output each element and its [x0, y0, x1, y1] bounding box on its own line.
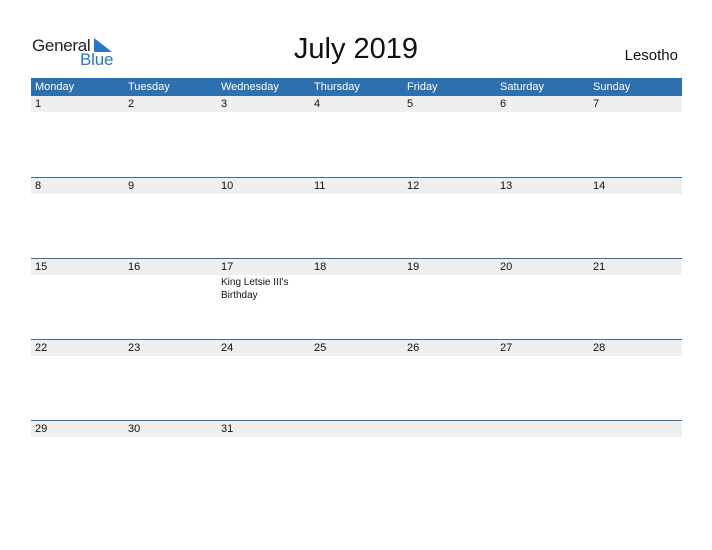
day-event: [124, 275, 217, 302]
date-band: 29 30 31: [31, 421, 682, 437]
day-event: [403, 356, 496, 357]
day-number: [403, 421, 496, 437]
day-number: 21: [593, 261, 606, 273]
day-number: [310, 421, 403, 437]
day-event: [310, 437, 403, 438]
events-band: [31, 437, 682, 438]
day-number: 25: [314, 342, 327, 354]
day-event: [31, 194, 124, 195]
day-number: 13: [500, 180, 513, 192]
day-event: [589, 112, 682, 113]
events-band: [31, 112, 682, 113]
day-number: 5: [407, 98, 414, 110]
day-event: [310, 112, 403, 113]
week-row: 1 2 3 4 5 6 7: [31, 96, 682, 177]
events-band: King Letsie III's Birthday: [31, 275, 682, 302]
date-band: 15 16 17 18 19 20 21: [31, 259, 682, 275]
day-number: 14: [593, 180, 606, 192]
day-event: [124, 356, 217, 357]
events-band: [31, 194, 682, 195]
week-row: 8 9 10 11 12 13 14: [31, 177, 682, 258]
day-number: 31: [221, 423, 234, 435]
day-number: 28: [593, 342, 606, 354]
day-event: [124, 437, 217, 438]
day-event: [217, 112, 310, 113]
day-event: King Letsie III's Birthday: [221, 277, 289, 301]
day-event: [589, 275, 682, 302]
day-number: [589, 421, 682, 437]
day-number: 10: [221, 180, 234, 192]
calendar-grid: Monday Tuesday Wednesday Thursday Friday…: [31, 78, 682, 501]
day-event: [403, 275, 496, 302]
day-number: 24: [221, 342, 234, 354]
week-row: 15 16 17 18 19 20 21 King Letsie III's Birthday: [31, 258, 682, 339]
weekday-header: Monday Tuesday Wednesday Thursday Friday…: [31, 78, 682, 96]
weekday-monday: Monday: [35, 81, 75, 93]
day-event: [589, 356, 682, 357]
day-event: [589, 437, 682, 438]
day-number: 29: [35, 423, 48, 435]
day-event: [403, 437, 496, 438]
day-event: [31, 356, 124, 357]
day-event: [31, 275, 124, 302]
day-number: 23: [128, 342, 141, 354]
weekday-tuesday: Tuesday: [128, 81, 170, 93]
day-number: 7: [593, 98, 600, 110]
day-event: [496, 275, 589, 302]
day-event: [217, 437, 310, 438]
day-number: 19: [407, 261, 420, 273]
day-number: 18: [314, 261, 327, 273]
day-number: 22: [35, 342, 48, 354]
page-title: July 2019: [293, 33, 419, 65]
day-event: [217, 194, 310, 195]
day-event: [403, 112, 496, 113]
weekday-friday: Friday: [407, 81, 438, 93]
day-number: 8: [35, 180, 42, 192]
day-event: [589, 194, 682, 195]
weekday-wednesday: Wednesday: [221, 81, 279, 93]
day-number: 11: [314, 180, 326, 192]
day-event: [217, 356, 310, 357]
day-event: [310, 356, 403, 357]
day-event: [124, 194, 217, 195]
date-band: 1 2 3 4 5 6 7: [31, 96, 682, 112]
day-event: [31, 112, 124, 113]
date-band: 8 9 10 11 12 13 14: [31, 178, 682, 194]
day-event: [31, 437, 124, 438]
events-band: [31, 356, 682, 357]
day-number: 30: [128, 423, 141, 435]
day-number: [496, 421, 589, 437]
day-event: [496, 356, 589, 357]
day-number: 17: [221, 261, 234, 273]
day-event: [310, 275, 403, 302]
day-event: [124, 112, 217, 113]
day-number: 27: [500, 342, 513, 354]
day-number: 20: [500, 261, 513, 273]
day-event: [496, 437, 589, 438]
day-number: 3: [221, 98, 228, 110]
day-event: [496, 112, 589, 113]
day-number: 26: [407, 342, 420, 354]
day-event: [403, 194, 496, 195]
weekday-sunday: Sunday: [593, 81, 631, 93]
day-number: 2: [128, 98, 135, 110]
day-number: 15: [35, 261, 48, 273]
weekday-saturday: Saturday: [500, 81, 545, 93]
week-row: 22 23 24 25 26 27 28: [31, 339, 682, 420]
country-label: Lesotho: [624, 47, 678, 64]
week-row: 29 30 31: [31, 420, 682, 501]
day-number: 16: [128, 261, 141, 273]
day-number: 1: [35, 98, 42, 110]
day-number: 12: [407, 180, 420, 192]
date-band: 22 23 24 25 26 27 28: [31, 340, 682, 356]
day-number: 4: [314, 98, 321, 110]
day-number: 9: [128, 180, 135, 192]
day-number: 6: [500, 98, 507, 110]
day-event: [496, 194, 589, 195]
weekday-thursday: Thursday: [314, 81, 360, 93]
day-event: [310, 194, 403, 195]
